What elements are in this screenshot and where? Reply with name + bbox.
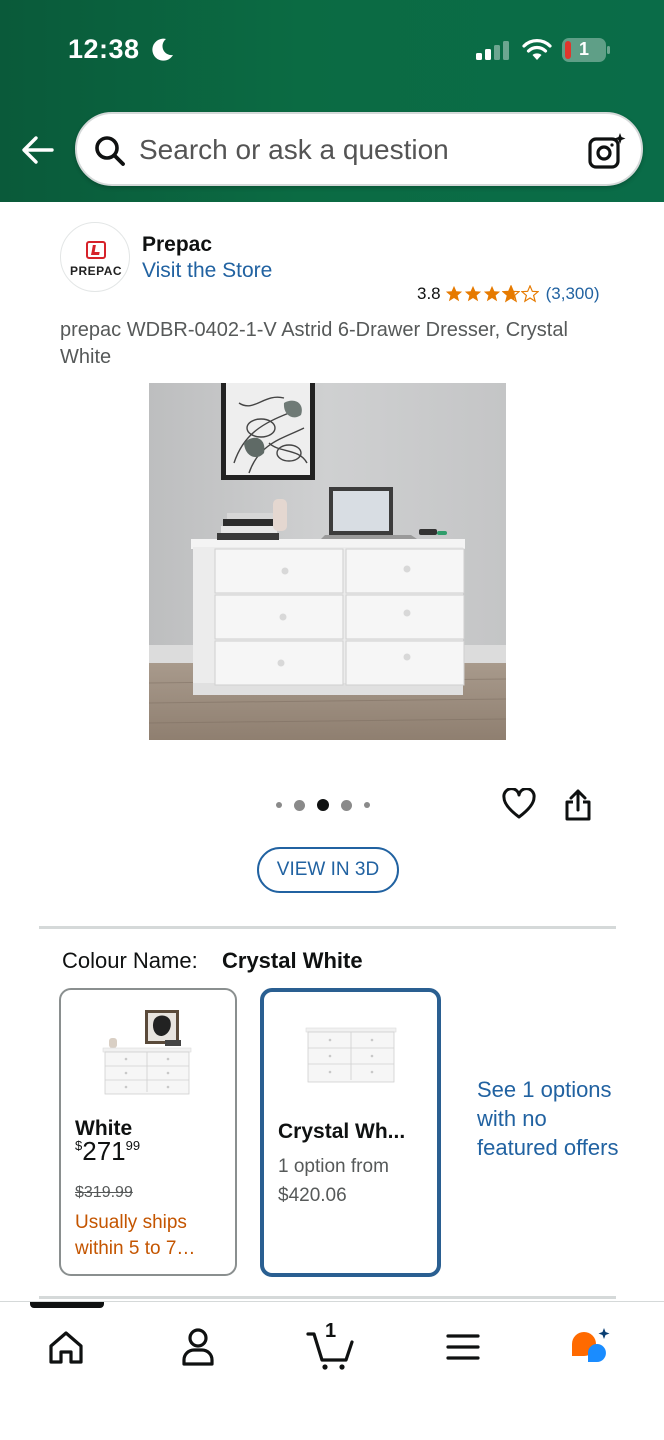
carousel-dot[interactable]	[276, 802, 282, 808]
star-rating	[445, 285, 540, 303]
swatch-thumbnail	[102, 1010, 192, 1095]
camera-lens-icon[interactable]	[587, 132, 627, 170]
active-tab-indicator	[30, 1302, 104, 1308]
star-empty-icon	[520, 285, 539, 303]
menu-icon[interactable]	[433, 1322, 493, 1372]
brand-name: Prepac	[142, 233, 213, 256]
status-time: 12:38	[68, 34, 140, 64]
back-arrow-icon[interactable]	[20, 132, 56, 168]
swatch-list-price: $319.99	[75, 1184, 133, 1201]
carousel-dot[interactable]	[341, 799, 352, 811]
battery-level: 1	[578, 39, 589, 59]
search-icon	[95, 136, 125, 166]
carousel-dot-active[interactable]	[317, 799, 329, 811]
colour-name-label: Colour Name:	[62, 948, 198, 973]
heart-icon[interactable]	[502, 788, 536, 820]
brand-logo-text: PREPAC	[69, 264, 123, 278]
visit-store-link[interactable]: Visit the Store	[142, 259, 272, 283]
swatch-thumbnail	[305, 1027, 397, 1083]
cellular-signal-icon	[476, 41, 509, 60]
share-icon[interactable]	[564, 788, 592, 822]
view-in-3d-button[interactable]: VIEW IN 3D	[257, 847, 399, 893]
brand-logo[interactable]: PREPAC	[60, 222, 130, 292]
account-icon[interactable]	[168, 1322, 228, 1372]
carousel-dot[interactable]	[294, 799, 305, 811]
swatch-shipping-info: Usually ships within 5 to 7…	[75, 1212, 196, 1259]
star-full-icon	[464, 285, 481, 302]
product-title: prepac WDBR-0402-1-V Astrid 6-Drawer Dre…	[60, 319, 568, 368]
search-input[interactable]	[139, 128, 569, 172]
section-divider	[39, 1296, 616, 1299]
cart-button[interactable]: 1	[300, 1320, 360, 1372]
app-header: 12:38 1	[0, 0, 664, 202]
swatch-price: $27199	[75, 1136, 141, 1166]
rufus-assistant-icon[interactable]	[562, 1322, 622, 1372]
rating-value: 3.8	[417, 284, 441, 303]
moon-icon	[152, 38, 173, 61]
star-full-icon	[483, 285, 500, 302]
home-icon[interactable]	[36, 1322, 96, 1372]
brand-logo-mark	[86, 241, 106, 259]
status-bar: 12:38 1	[0, 0, 664, 100]
colour-swatch-white[interactable]: White $27199 $319.99 Usually ships withi…	[59, 988, 237, 1276]
colour-swatch-crystal-white[interactable]: Crystal Wh... 1 option from $420.06	[260, 988, 441, 1277]
see-options-link[interactable]: See 1 options with no featured offers	[477, 1075, 622, 1162]
image-carousel-dots[interactable]	[276, 798, 382, 812]
section-divider	[39, 926, 616, 929]
cart-count: 1	[325, 1320, 337, 1342]
colour-name-value: Crystal White	[222, 948, 363, 973]
carousel-dot[interactable]	[364, 802, 370, 808]
product-image[interactable]	[149, 383, 506, 740]
wifi-icon	[522, 39, 552, 60]
bottom-navigation: 1	[0, 1301, 664, 1440]
battery-icon: 1	[562, 38, 610, 62]
swatch-name: Crystal Wh...	[278, 1120, 406, 1143]
star-full-icon	[445, 285, 462, 302]
swatch-options-text: 1 option from $420.06	[278, 1156, 389, 1206]
rating-row[interactable]: 3.8 (3,300)	[417, 283, 600, 305]
search-bar[interactable]	[75, 112, 643, 186]
star-half-icon	[501, 285, 520, 303]
rating-count-link[interactable]: (3,300)	[546, 284, 600, 304]
